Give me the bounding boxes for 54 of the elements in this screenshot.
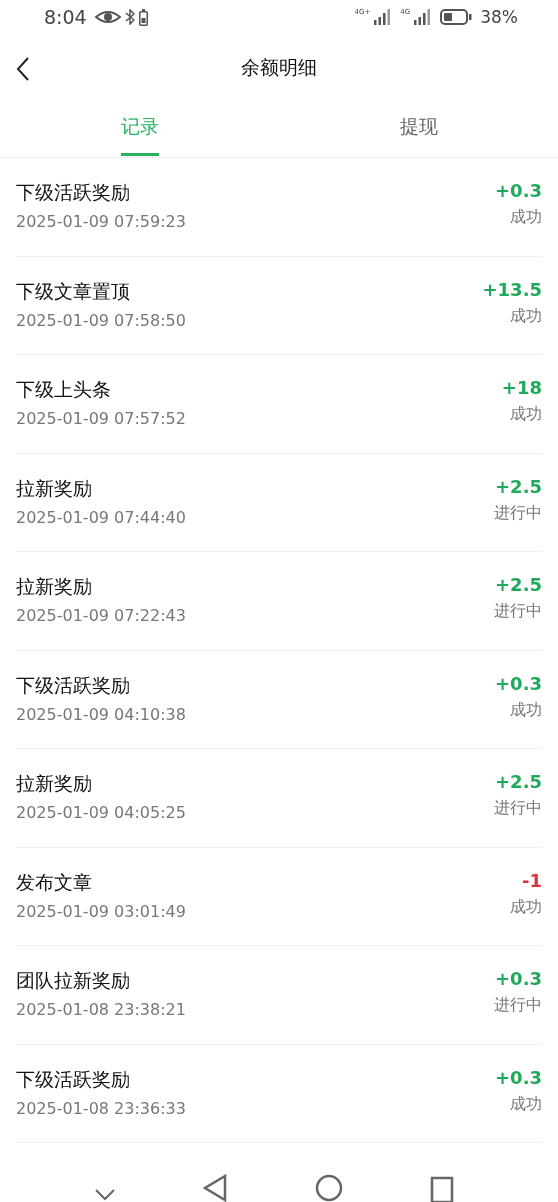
record-title: 团队拉新奖励 (16, 968, 131, 994)
chevron-down-icon[interactable] (93, 1188, 116, 1202)
eye-icon (94, 9, 121, 26)
status-time: 8:04 (44, 6, 87, 29)
record-time: 2025-01-09 07:44:40 (16, 507, 186, 527)
record-amount: +2.5 (495, 574, 542, 596)
record-title: 发布文章 (16, 869, 93, 895)
record-status: 成功 (510, 699, 542, 721)
record-title: 拉新奖励 (16, 771, 93, 797)
battery-icon (440, 9, 473, 26)
record-status: 成功 (510, 896, 542, 918)
record-time: 2025-01-09 07:58:50 (16, 310, 186, 330)
recents-icon[interactable] (430, 1176, 455, 1202)
record-time: 2025-01-09 07:59:23 (16, 212, 186, 232)
record-title: 下级上头条 (16, 377, 112, 403)
signal-icon (374, 9, 391, 26)
record-status: 进行中 (494, 601, 542, 623)
bluetooth-icon (124, 9, 135, 26)
record-title: 下级活跃奖励 (16, 180, 131, 206)
record-amount: +0.3 (495, 180, 542, 202)
record-amount: +0.3 (495, 672, 542, 694)
record-time: 2025-01-09 03:01:49 (16, 901, 186, 921)
battery-icon (138, 8, 148, 26)
record-title: 拉新奖励 (16, 574, 93, 600)
record-amount: +0.3 (495, 968, 542, 990)
tab[interactable]: 提现 (399, 100, 438, 157)
signal-icon (414, 9, 431, 26)
record-amount: +13.5 (482, 278, 542, 300)
record-status: 进行中 (494, 798, 542, 820)
record-amount: +0.3 (495, 1066, 542, 1088)
record-status: 进行中 (494, 995, 542, 1017)
record-status: 进行中 (494, 502, 542, 524)
record-time: 2025-01-09 04:10:38 (16, 704, 186, 724)
record-amount: +18 (501, 377, 542, 399)
record-title: 下级活跃奖励 (16, 672, 131, 698)
record-time: 2025-01-08 23:36:33 (16, 1098, 186, 1118)
record-status: 成功 (510, 305, 542, 327)
record-title: 拉新奖励 (16, 475, 93, 501)
record-amount: +2.5 (495, 475, 542, 497)
record-time: 2025-01-09 07:57:52 (16, 409, 186, 429)
record-time: 2025-01-09 07:22:43 (16, 606, 186, 626)
record-amount: -1 (522, 869, 542, 891)
home-icon[interactable] (314, 1174, 343, 1202)
record-status: 成功 (510, 404, 542, 426)
battery-level: 38% (480, 7, 518, 28)
record-time: 2025-01-09 04:05:25 (16, 803, 186, 823)
back-icon[interactable] (16, 56, 30, 81)
record-time: 2025-01-08 23:38:21 (16, 1000, 186, 1020)
record-amount: +2.5 (495, 771, 542, 793)
record-title: 下级文章置顶 (16, 278, 131, 304)
record-status: 成功 (510, 207, 542, 229)
record-status: 成功 (510, 1093, 542, 1115)
record-title: 下级活跃奖励 (16, 1066, 131, 1092)
page-title: 余额明细 (241, 54, 317, 80)
